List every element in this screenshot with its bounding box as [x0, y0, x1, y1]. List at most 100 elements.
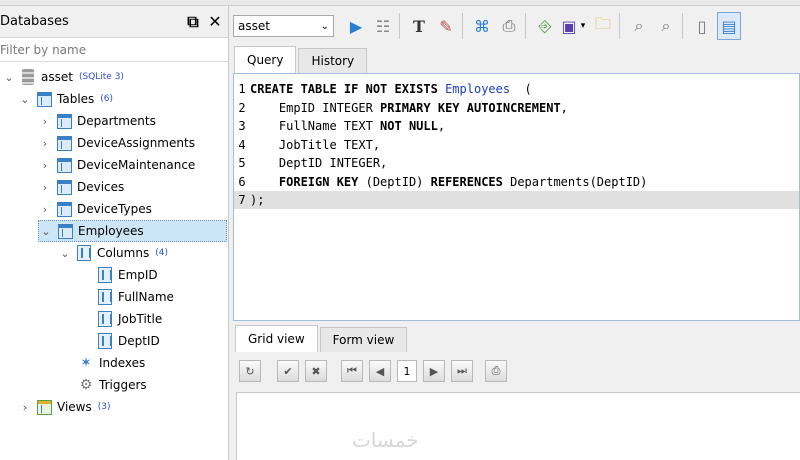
database-select[interactable]: asset ⌄ [233, 15, 334, 37]
columns-icon [76, 245, 92, 261]
tree-node-indexes[interactable]: ✶ Indexes [74, 352, 145, 374]
code-line[interactable]: 2 EmpID INTEGER PRIMARY KEY AUTOINCREMEN… [234, 99, 799, 117]
tree-count: (4) [155, 248, 168, 258]
tree-label: DeviceTypes [77, 202, 152, 216]
watermark: خمسات [352, 428, 419, 452]
expand-arrow-icon[interactable]: › [38, 137, 52, 150]
tab-grid-view[interactable]: Grid view [235, 325, 318, 352]
float-dock-icon[interactable]: ⧉ [184, 12, 202, 31]
table-icon [36, 91, 52, 107]
find-icon[interactable]: ⌕ [627, 12, 651, 40]
tree-node-devices[interactable]: › Devices [38, 176, 124, 198]
tree-node-employees[interactable]: ⌄ Employees [38, 220, 227, 242]
code-token: ); [250, 193, 265, 207]
tree-node-column-fullname[interactable]: FullName [93, 286, 174, 308]
tree-label: Indexes [99, 356, 146, 370]
expand-arrow-icon[interactable]: › [38, 181, 52, 194]
save-dropdown-icon[interactable]: ▾ [578, 12, 588, 40]
save-icon[interactable]: ▣ [560, 12, 578, 40]
column-icon [97, 267, 113, 283]
tab-form-view[interactable]: Form view [319, 327, 408, 352]
first-page-icon[interactable]: ⏮ [341, 360, 363, 382]
rollback-icon[interactable]: ✖ [305, 360, 327, 382]
tree-node-devicetypes[interactable]: › DeviceTypes [38, 198, 152, 220]
code-line[interactable]: 4 JobTitle TEXT, [234, 136, 799, 154]
collapse-arrow-icon[interactable]: ⌄ [39, 225, 53, 238]
code-token: ( [510, 82, 532, 96]
code-token: EmpID INTEGER [250, 100, 381, 115]
explain-plan-icon[interactable]: ☷ [371, 12, 395, 40]
open-folder-icon[interactable]: 🗀 [591, 12, 615, 40]
load-sql-icon[interactable]: ⎆ [533, 12, 557, 40]
code-token: Departments(DeptID) [510, 174, 648, 189]
commit-icon[interactable]: ✔ [277, 360, 299, 382]
code-line[interactable]: 5 DeptID INTEGER, [234, 154, 799, 172]
tree-node-views[interactable]: › Views (3) [18, 396, 110, 418]
export-icon[interactable]: ⎙ [485, 360, 507, 382]
tree-node-column-jobtitle[interactable]: JobTitle [93, 308, 162, 330]
dock-title: Databases [0, 14, 69, 29]
expand-arrow-icon[interactable]: › [18, 401, 32, 414]
tab-history[interactable]: History [298, 48, 368, 73]
tree-node-columns[interactable]: ⌄ Columns (4) [58, 242, 168, 264]
print-icon[interactable]: ⎙ [497, 12, 521, 40]
expand-arrow-icon[interactable]: › [38, 159, 52, 172]
code-line[interactable]: 6 FOREIGN KEY (DeptID) REFERENCES Depart… [234, 173, 799, 191]
tab-query[interactable]: Query [234, 46, 297, 73]
tree-label: Views [57, 400, 92, 414]
collapse-arrow-icon[interactable]: ⌄ [18, 93, 32, 106]
tree-node-column-deptid[interactable]: DeptID [93, 330, 160, 352]
index-icon: ✶ [80, 355, 92, 371]
line-number: 6 [238, 174, 246, 189]
collapse-arrow-icon[interactable]: ⌄ [2, 71, 16, 84]
line-number: 3 [238, 119, 246, 133]
next-page-icon[interactable]: ▶ [423, 360, 445, 382]
refresh-icon[interactable]: ↻ [239, 360, 261, 382]
code-token: , [437, 119, 446, 133]
tree-node-departments[interactable]: › Departments [38, 110, 156, 132]
results-grid[interactable] [236, 392, 800, 460]
code-line[interactable]: 3 FullName TEXT NOT NULL, [234, 117, 799, 135]
find-replace-icon[interactable]: ⌕ [654, 12, 678, 40]
collapse-arrow-icon[interactable]: ⌄ [58, 247, 72, 260]
page-number[interactable]: 1 [397, 360, 417, 382]
code-text: JobTitle TEXT, [250, 138, 380, 152]
clear-editor-icon[interactable]: ✎ [434, 12, 458, 40]
code-token: Employees [445, 82, 511, 96]
toolbar-separator [619, 13, 620, 39]
expand-arrow-icon[interactable]: › [38, 115, 52, 128]
previous-page-icon[interactable]: ◀ [369, 360, 391, 382]
sql-editor[interactable]: 1 CREATE TABLE IF NOT EXISTS Employees (2… [233, 73, 800, 321]
code-line[interactable]: 1 CREATE TABLE IF NOT EXISTS Employees ( [234, 80, 799, 98]
code-line[interactable]: 7); [234, 191, 799, 209]
execute-script-icon[interactable]: ⌘ [470, 12, 494, 40]
tree-node-asset[interactable]: ⌄ asset (SQLite 3) [2, 66, 124, 88]
tree-label: Triggers [99, 378, 147, 392]
line-number: 2 [238, 100, 246, 115]
tree-label: FullName [118, 290, 174, 304]
close-dock-icon[interactable]: ✕ [206, 12, 224, 31]
table-icon [56, 113, 72, 129]
toolbar-separator [682, 13, 683, 39]
code-token: CREATE TABLE IF NOT EXISTS [250, 82, 446, 96]
split-panel-icon[interactable]: ▤ [717, 12, 741, 40]
tree-label: Devices [77, 180, 125, 194]
tree-node-deviceassignments[interactable]: › DeviceAssignments [38, 132, 195, 154]
code-token: PRIMARY KEY AUTOINCREMENT [380, 100, 561, 115]
format-sql-icon[interactable]: T [407, 12, 431, 40]
code-token: FOREIGN KEY [250, 174, 366, 189]
tree-node-devicemaintenance[interactable]: › DeviceMaintenance [38, 154, 195, 176]
execute-query-icon[interactable]: ▶ [344, 12, 368, 40]
code-text: FOREIGN KEY (DeptID) REFERENCES Departme… [250, 174, 648, 189]
tree-node-triggers[interactable]: ⚙ Triggers [74, 374, 147, 396]
tree-count: (SQLite 3) [78, 72, 124, 82]
last-page-icon[interactable]: ⏭ [451, 360, 473, 382]
filter-input[interactable] [0, 39, 228, 60]
line-number: 1 [238, 82, 246, 96]
dock-header: Databases ⧉ ✕ [0, 6, 228, 38]
tree-node-column-empid[interactable]: EmpID [93, 264, 158, 286]
expand-arrow-icon[interactable]: › [38, 203, 52, 216]
tree-node-tables[interactable]: ⌄ Tables (6) [18, 88, 113, 110]
single-panel-icon[interactable]: ▯ [690, 12, 714, 40]
table-icon [57, 223, 73, 239]
